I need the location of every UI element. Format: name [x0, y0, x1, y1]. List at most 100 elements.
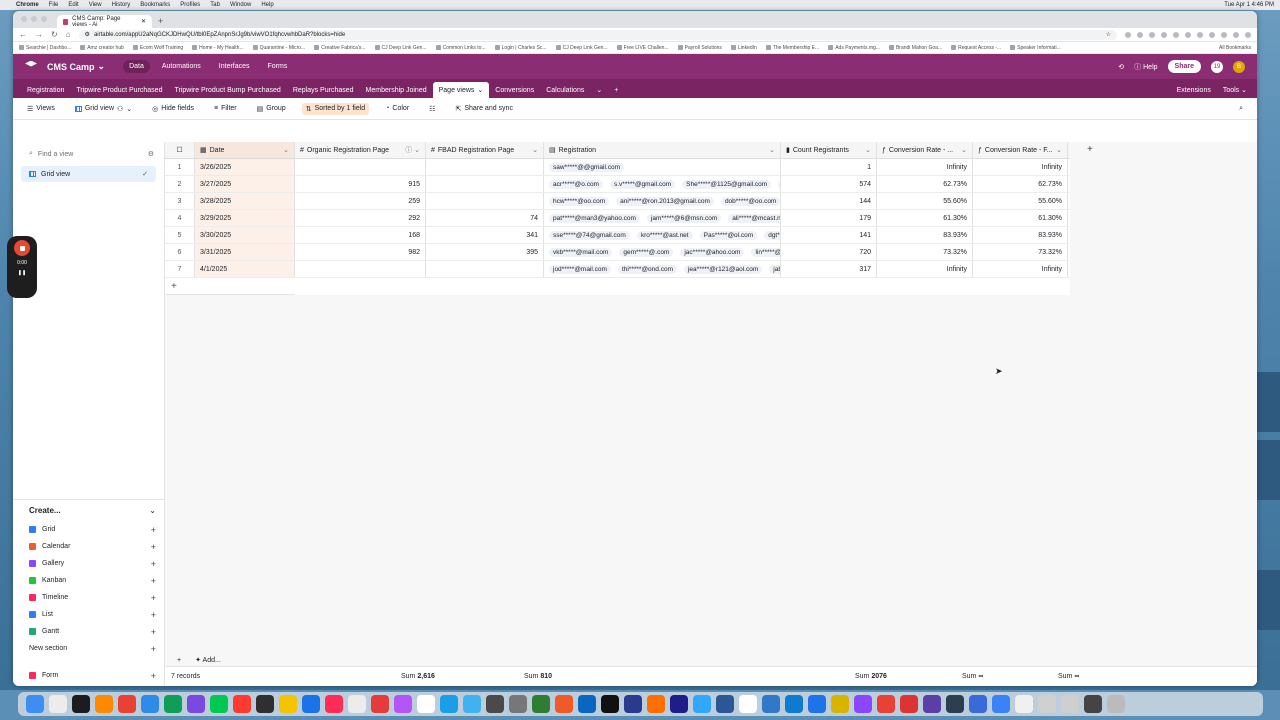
linked-record-chip[interactable]: jod*****@mail.com	[549, 264, 611, 274]
menu-window[interactable]: Window	[230, 2, 251, 8]
nav-automations[interactable]: Automations	[156, 60, 207, 73]
avatar[interactable]: B	[1233, 60, 1245, 73]
tab-conversions[interactable]: Conversions	[489, 82, 540, 98]
dock-app-icon[interactable]	[302, 695, 320, 713]
tools-button[interactable]: Tools ⌄	[1223, 86, 1247, 94]
bookmark-item[interactable]: Ecom Wolf Training	[133, 45, 183, 51]
cell-organic[interactable]: 292	[295, 210, 426, 226]
tab-registration[interactable]: Registration	[21, 82, 70, 98]
nav-forms[interactable]: Forms	[262, 60, 294, 73]
find-view[interactable]: ⌕ Find a view ⚙	[13, 142, 164, 164]
bookmark-item[interactable]: Ads Payments.mg...	[828, 45, 880, 51]
create-form[interactable]: Form +	[13, 667, 164, 684]
tab-tripwire-product[interactable]: Tripwire Product Purchased	[70, 82, 168, 98]
extensions-button[interactable]: Extensions	[1177, 87, 1211, 94]
bookmark-item[interactable]: Request Access -...	[951, 45, 1001, 51]
bookmark-item[interactable]: Searchie | Dashbo...	[19, 45, 71, 51]
tab-membership[interactable]: Membership Joined	[360, 82, 433, 98]
cell-count[interactable]: 720	[781, 244, 877, 260]
dock-app-icon[interactable]	[969, 695, 987, 713]
cell-count[interactable]: 144	[781, 193, 877, 209]
dock-app-icon[interactable]	[49, 695, 67, 713]
reload-icon[interactable]: ↻	[51, 30, 58, 39]
table-row[interactable]: 4 3/29/2025 292 74 pat*****@man3@yahoo.com ja…	[165, 210, 1070, 227]
cell-count[interactable]: 141	[781, 227, 877, 243]
cell-date[interactable]: 3/27/2025	[195, 176, 295, 192]
bookmark-star-icon[interactable]: ☆	[1106, 31, 1111, 38]
gear-icon[interactable]: ⚙	[148, 150, 154, 158]
linked-record-chip[interactable]: sse*****@74@gmail.com	[549, 230, 630, 240]
bookmark-item[interactable]: CJ Deep Link Gen...	[375, 45, 427, 51]
cell-date[interactable]: 3/29/2025	[195, 210, 295, 226]
cell-date[interactable]: 3/26/2025	[195, 159, 295, 175]
linked-record-chip[interactable]: ani*****@ron.2013@gmail.com	[616, 196, 714, 206]
dock-app-icon[interactable]	[693, 695, 711, 713]
linked-record-chip[interactable]: Pas*****@ol.com	[699, 230, 758, 240]
table-row[interactable]: 7 4/1/2025 jod*****@mail.com thi*****@ond.c…	[165, 261, 1070, 278]
dock-app-icon[interactable]	[578, 695, 596, 713]
menu-help[interactable]: Help	[261, 2, 273, 8]
bookmark-item[interactable]: Speaker Informati...	[1010, 45, 1061, 51]
cell-rate1[interactable]: 61.30%	[877, 210, 973, 226]
linked-record-chip[interactable]: pat*****@man3@yahoo.com	[549, 213, 640, 223]
dock-app-icon[interactable]	[555, 695, 573, 713]
dock-app-icon[interactable]	[164, 695, 182, 713]
dock-app-icon[interactable]	[946, 695, 964, 713]
dock-app-icon[interactable]	[785, 695, 803, 713]
url-field[interactable]: ⚙ airtable.com/appU2aNqGCKJDHwQU/tbl0EpZ…	[78, 29, 1117, 40]
create-gantt[interactable]: Gantt +	[13, 623, 164, 640]
find-view-input[interactable]: Find a view	[38, 151, 73, 158]
bookmark-item[interactable]: Brandi Mahon Goa...	[889, 45, 942, 51]
linked-record-chip[interactable]: dob*****@oo.com	[720, 196, 780, 206]
cell-registration[interactable]: vkb*****@mail.com gem*****@.com jac*****@a…	[544, 244, 781, 260]
dock-app-icon[interactable]	[670, 695, 688, 713]
tab-page-views[interactable]: Page views ⌄	[432, 82, 490, 98]
cell-organic[interactable]: 982	[295, 244, 426, 260]
menu-view[interactable]: View	[89, 2, 102, 8]
menubar-clock[interactable]: Tue Apr 1 4:46 PM	[1224, 2, 1274, 8]
dock-app-icon[interactable]	[210, 695, 228, 713]
linked-record-chip[interactable]: s.v*****@gmail.com	[609, 179, 676, 189]
bookmark-item[interactable]: The Membership E...	[766, 45, 819, 51]
help-button[interactable]: ⓘ Help	[1134, 62, 1157, 72]
color-button[interactable]: ◔ Color	[381, 103, 413, 114]
dock-app-icon[interactable]	[486, 695, 504, 713]
base-name[interactable]: CMS Camp ⌄	[47, 61, 105, 72]
dock-app-icon[interactable]	[1038, 695, 1056, 713]
dock-app-icon[interactable]	[877, 695, 895, 713]
dock-app-icon[interactable]	[325, 695, 343, 713]
cell-fbad[interactable]	[426, 193, 544, 209]
cell-organic[interactable]: 168	[295, 227, 426, 243]
table-row[interactable]: 2 3/27/2025 915 acr*****@o.com s.v*****@gmai…	[165, 176, 1070, 193]
dock-app-icon[interactable]	[808, 695, 826, 713]
cell-registration[interactable]: acr*****@o.com s.v*****@gmail.com She*****…	[544, 176, 781, 192]
create-list[interactable]: List +	[13, 606, 164, 623]
sum-count[interactable]: Sum 2076	[855, 673, 887, 680]
column-header-rate1[interactable]: ƒ Conversion Rate - ... ⌄	[877, 142, 973, 158]
linked-record-chip[interactable]: jab***	[769, 264, 780, 274]
bookmark-item[interactable]: Common Links to...	[436, 45, 486, 51]
sort-button[interactable]: ⇅ Sorted by 1 field	[301, 102, 370, 115]
add-record-icon[interactable]: +	[165, 278, 295, 295]
column-header-registration[interactable]: ▤ Registration ⌄	[544, 142, 781, 158]
select-all-checkbox[interactable]: ☐	[165, 142, 195, 158]
dock-app-icon[interactable]	[279, 695, 297, 713]
create-calendar[interactable]: Calendar +	[13, 538, 164, 555]
linked-record-chip[interactable]: jac*****@ahoo.com	[680, 247, 745, 257]
table-row[interactable]: 3 3/28/2025 259 hcw*****@oo.com ani*****@ron…	[165, 193, 1070, 210]
desktop-thumbnail[interactable]	[1256, 440, 1280, 500]
sum-rate1[interactable]: Sum ∞	[962, 673, 983, 680]
cell-registration[interactable]: sse*****@74@gmail.com kro*****@ast.net Pas…	[544, 227, 781, 243]
cell-rate2[interactable]: Infinity	[973, 261, 1068, 277]
cell-fbad[interactable]: 395	[426, 244, 544, 260]
add-field-icon[interactable]: +	[1087, 144, 1093, 155]
tab-calculations[interactable]: Calculations	[540, 82, 590, 98]
dock-app-icon[interactable]	[141, 695, 159, 713]
bookmark-item[interactable]: Payroll Solutions	[678, 45, 722, 51]
add-menu-button[interactable]: ✦ Add...	[195, 656, 221, 664]
nav-data[interactable]: Data	[123, 60, 150, 73]
add-record-icon[interactable]: +	[177, 657, 181, 664]
dock-app-icon[interactable]	[647, 695, 665, 713]
dock-app-icon[interactable]	[854, 695, 872, 713]
create-grid[interactable]: Grid +	[13, 521, 164, 538]
